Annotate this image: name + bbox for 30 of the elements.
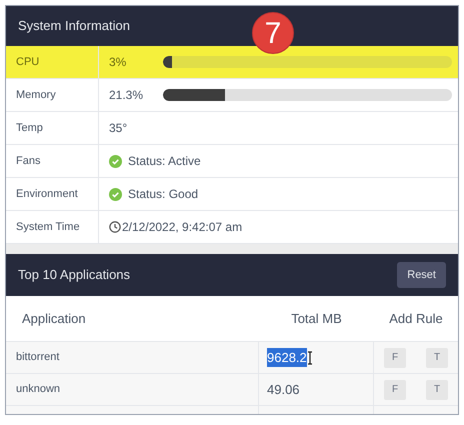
rule-button[interactable]: F <box>384 380 406 400</box>
row-value: 2/12/2022, 9:42:07 am <box>122 219 242 236</box>
rule-button[interactable]: T <box>426 348 448 368</box>
table-cell-text: bittorrent <box>16 350 60 366</box>
rule-button[interactable]: T <box>426 380 448 400</box>
row-label: System Time <box>16 220 80 235</box>
check-circle-icon <box>109 188 122 200</box>
table-cell-text: 49.06 <box>267 380 300 399</box>
clock-icon <box>109 221 121 233</box>
check-circle-icon <box>109 154 122 168</box>
panel-title: System Information <box>18 17 130 36</box>
text-cursor-icon <box>306 350 313 364</box>
row-label: Memory <box>16 88 56 103</box>
rule-button[interactable]: F <box>384 348 406 368</box>
row-value: 21.3% <box>109 87 144 104</box>
column-header: Total MB <box>291 310 342 326</box>
reset-button[interactable]: Reset <box>397 262 446 288</box>
row-label: CPU <box>16 54 40 70</box>
row-label: Environment <box>16 186 78 202</box>
column-header: Add Rule <box>389 310 443 326</box>
row-label: Fans <box>16 154 40 169</box>
selected-text: 9628.2 <box>267 348 307 368</box>
panel-title: Top 10 Applications <box>18 266 130 284</box>
row-value: 3% <box>109 54 128 71</box>
row-value: Status: Good <box>128 186 198 203</box>
row-label: Temp <box>16 120 43 136</box>
row-value: Status: Active <box>128 153 201 170</box>
column-header: Application <box>22 310 86 326</box>
table-cell-text: unknown <box>16 382 60 398</box>
row-value: 35° <box>109 120 128 137</box>
